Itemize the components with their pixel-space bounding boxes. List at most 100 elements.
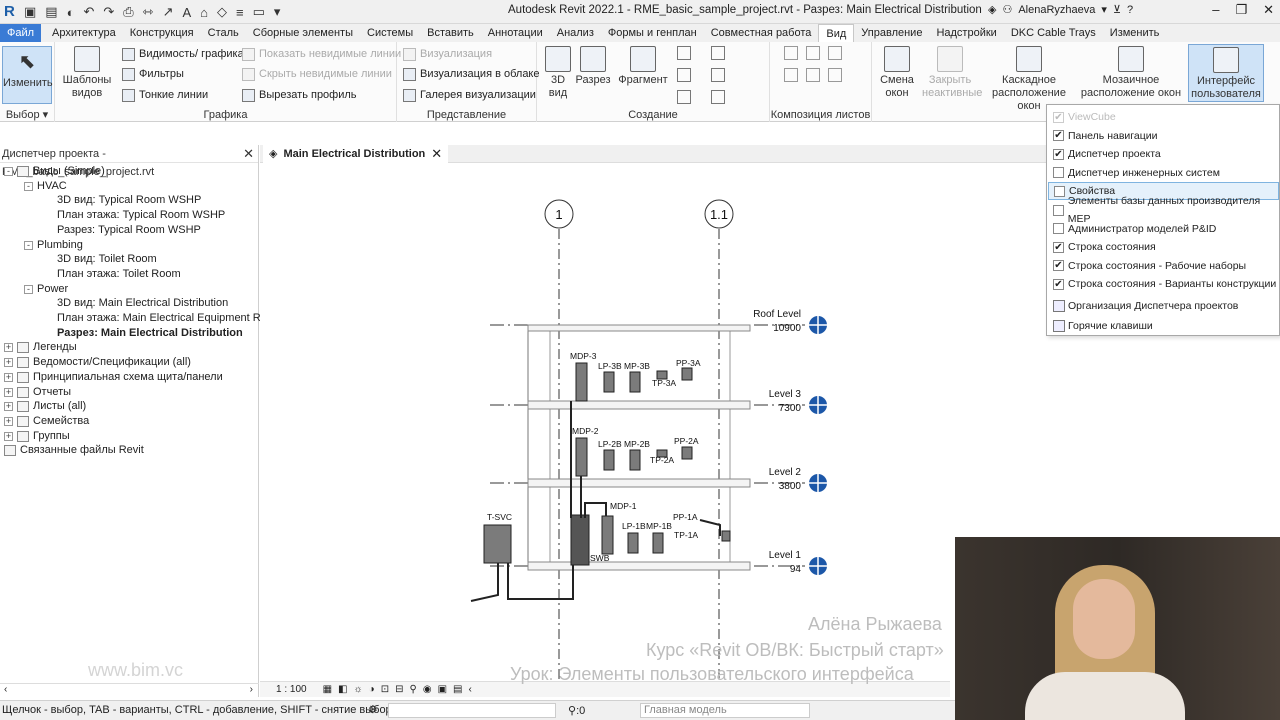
print-icon[interactable]: ⎙: [123, 4, 133, 20]
tree-item[interactable]: Разрез: Typical Room WSHP: [57, 223, 201, 238]
section-icon[interactable]: ◇: [217, 4, 227, 20]
revit-logo-icon[interactable]: R: [4, 3, 20, 21]
checkbox-checked-icon[interactable]: ✔: [1053, 278, 1064, 290]
dropdown-item[interactable]: ✔ Строка состояния: [1048, 238, 1279, 256]
tree-item[interactable]: 3D вид: Toilet Room: [57, 252, 157, 267]
plan-view-icon[interactable]: [677, 46, 691, 60]
show-hidden-lines-button[interactable]: Показать невидимые линии: [242, 45, 401, 63]
schedule-icon[interactable]: [711, 46, 725, 60]
view-templates-button[interactable]: Шаблоны видов: [61, 46, 113, 100]
modify-button[interactable]: ⬉ Изменить: [2, 46, 53, 104]
checkbox-empty-icon[interactable]: [1053, 167, 1064, 179]
tab-precast[interactable]: Сборные элементы: [246, 24, 360, 42]
tree-item[interactable]: + Семейства: [4, 414, 89, 429]
collapse-icon[interactable]: ‹: [468, 684, 472, 695]
tab-manage[interactable]: Управление: [854, 24, 929, 42]
switch-windows-button[interactable]: Смена окон: [876, 46, 918, 100]
chevron-down-icon[interactable]: ▾: [1101, 3, 1107, 16]
section-button[interactable]: Разрез: [575, 46, 611, 87]
view3d-button[interactable]: 3D вид: [541, 46, 575, 100]
tab-architecture[interactable]: Архитектура: [45, 24, 123, 42]
checkbox-checked-icon[interactable]: ✔: [1053, 130, 1064, 142]
user-interface-button[interactable]: Интерфейс пользователя: [1188, 44, 1264, 102]
panel-select-label[interactable]: Выбор ▾: [0, 108, 54, 121]
expand-icon[interactable]: +: [4, 402, 13, 412]
close-icon[interactable]: ✕: [1263, 2, 1274, 18]
visibility-graphics-button[interactable]: Видимость/ графика: [122, 45, 244, 63]
legend-icon[interactable]: [711, 90, 725, 104]
tree-item[interactable]: 3D вид: Typical Room WSHP: [57, 193, 201, 208]
cloud-render-button[interactable]: Визуализация в облаке: [403, 65, 540, 83]
horizontal-scrollbar[interactable]: ‹ ›: [0, 683, 259, 697]
tree-item[interactable]: Связанные файлы Revit: [4, 443, 144, 458]
shadows-icon[interactable]: ◑: [369, 684, 376, 695]
callout-button[interactable]: Фрагмент: [617, 46, 669, 87]
tab-view[interactable]: Вид: [818, 24, 855, 42]
tab-file[interactable]: Файл: [0, 24, 42, 42]
tab-massing[interactable]: Формы и генплан: [601, 24, 704, 42]
checkbox-empty-icon[interactable]: [1054, 185, 1065, 197]
dimension-icon[interactable]: ↗: [163, 4, 174, 20]
expand-icon[interactable]: +: [4, 358, 13, 368]
design-option-dropdown[interactable]: Главная модель: [640, 703, 810, 718]
tree-item[interactable]: План этажа: Main Electrical Equipment Ro…: [57, 311, 282, 326]
checkbox-checked-icon[interactable]: ✔: [1053, 260, 1064, 272]
checkbox-checked-icon[interactable]: ✔: [1053, 241, 1064, 253]
dropdown-item[interactable]: Диспетчер инженерных систем: [1048, 164, 1279, 182]
scope-box-icon[interactable]: [711, 68, 725, 82]
tree-item[interactable]: + Отчеты: [4, 385, 71, 400]
minimize-icon[interactable]: –: [1212, 2, 1219, 18]
undo-icon[interactable]: ↶: [83, 4, 94, 20]
help-search-icon[interactable]: ◈: [988, 3, 996, 16]
revisions-icon[interactable]: [806, 68, 820, 82]
close-icon[interactable]: ✕: [431, 145, 442, 163]
expand-icon[interactable]: +: [4, 343, 13, 353]
expand-icon[interactable]: +: [4, 431, 13, 441]
drafting-view-icon[interactable]: [677, 90, 691, 104]
expand-icon[interactable]: +: [4, 372, 13, 382]
scroll-left-icon[interactable]: ‹: [4, 684, 7, 695]
collapse-icon[interactable]: -: [24, 181, 33, 191]
tree-item[interactable]: - Plumbing: [24, 238, 83, 253]
scroll-right-icon[interactable]: ›: [250, 684, 253, 695]
filters-button[interactable]: Фильтры: [122, 65, 184, 83]
tab-insert[interactable]: Вставить: [420, 24, 481, 42]
collapse-icon[interactable]: -: [24, 240, 33, 250]
render-button[interactable]: Визуализация: [403, 45, 492, 63]
dropdown-item[interactable]: ✔ ViewCube: [1048, 108, 1279, 126]
cascade-windows-button[interactable]: Каскадное расположение окон: [980, 46, 1078, 113]
browser-organization-item[interactable]: Организация Диспетчера проектов: [1048, 297, 1279, 315]
dropdown-item[interactable]: ✔ Строка состояния - Рабочие наборы: [1048, 257, 1279, 275]
expand-icon[interactable]: +: [4, 387, 13, 397]
tab-structure[interactable]: Конструкция: [123, 24, 201, 42]
thin-lines-icon[interactable]: ≡: [236, 5, 244, 20]
tree-item[interactable]: + Группы: [4, 429, 70, 444]
open-icon[interactable]: ▣: [24, 4, 36, 20]
reveal-hidden-icon[interactable]: ◉: [423, 684, 433, 695]
tab-systems[interactable]: Системы: [360, 24, 420, 42]
user-name[interactable]: AlenaRyzhaeva: [1018, 4, 1095, 16]
show-crop-icon[interactable]: ⊟: [395, 684, 404, 695]
elevation-icon[interactable]: [677, 68, 691, 82]
dropdown-item[interactable]: Элементы базы данных производителя MEP: [1048, 195, 1279, 225]
measure-icon[interactable]: ⇿: [143, 4, 154, 20]
sheet-icon[interactable]: [784, 46, 798, 60]
sync-icon[interactable]: ◐: [67, 5, 75, 20]
crop-view-icon[interactable]: ⊡: [381, 684, 390, 695]
dropdown-item[interactable]: Администратор моделей P&ID: [1048, 220, 1279, 238]
view-scale[interactable]: 1 : 100: [260, 684, 323, 695]
help-icon[interactable]: ?: [1127, 4, 1133, 16]
workset-dropdown[interactable]: [388, 703, 556, 718]
checkbox-checked-icon[interactable]: ✔: [1053, 111, 1064, 123]
collapse-icon[interactable]: -: [4, 167, 13, 176]
dropdown-item[interactable]: ✔ Строка состояния - Варианты конструкции: [1048, 275, 1279, 293]
title-block-icon[interactable]: [828, 46, 842, 60]
checkbox-empty-icon[interactable]: [1053, 204, 1064, 216]
checkbox-checked-icon[interactable]: ✔: [1053, 148, 1064, 160]
tree-item[interactable]: План этажа: Typical Room WSHP: [57, 208, 225, 223]
cut-profile-button[interactable]: Вырезать профиль: [242, 86, 357, 104]
tree-item[interactable]: Разрез: Main Electrical Distribution: [57, 326, 243, 341]
restore-icon[interactable]: ❐: [1235, 2, 1247, 18]
tab-steel[interactable]: Сталь: [201, 24, 246, 42]
collapse-icon[interactable]: -: [24, 284, 33, 294]
